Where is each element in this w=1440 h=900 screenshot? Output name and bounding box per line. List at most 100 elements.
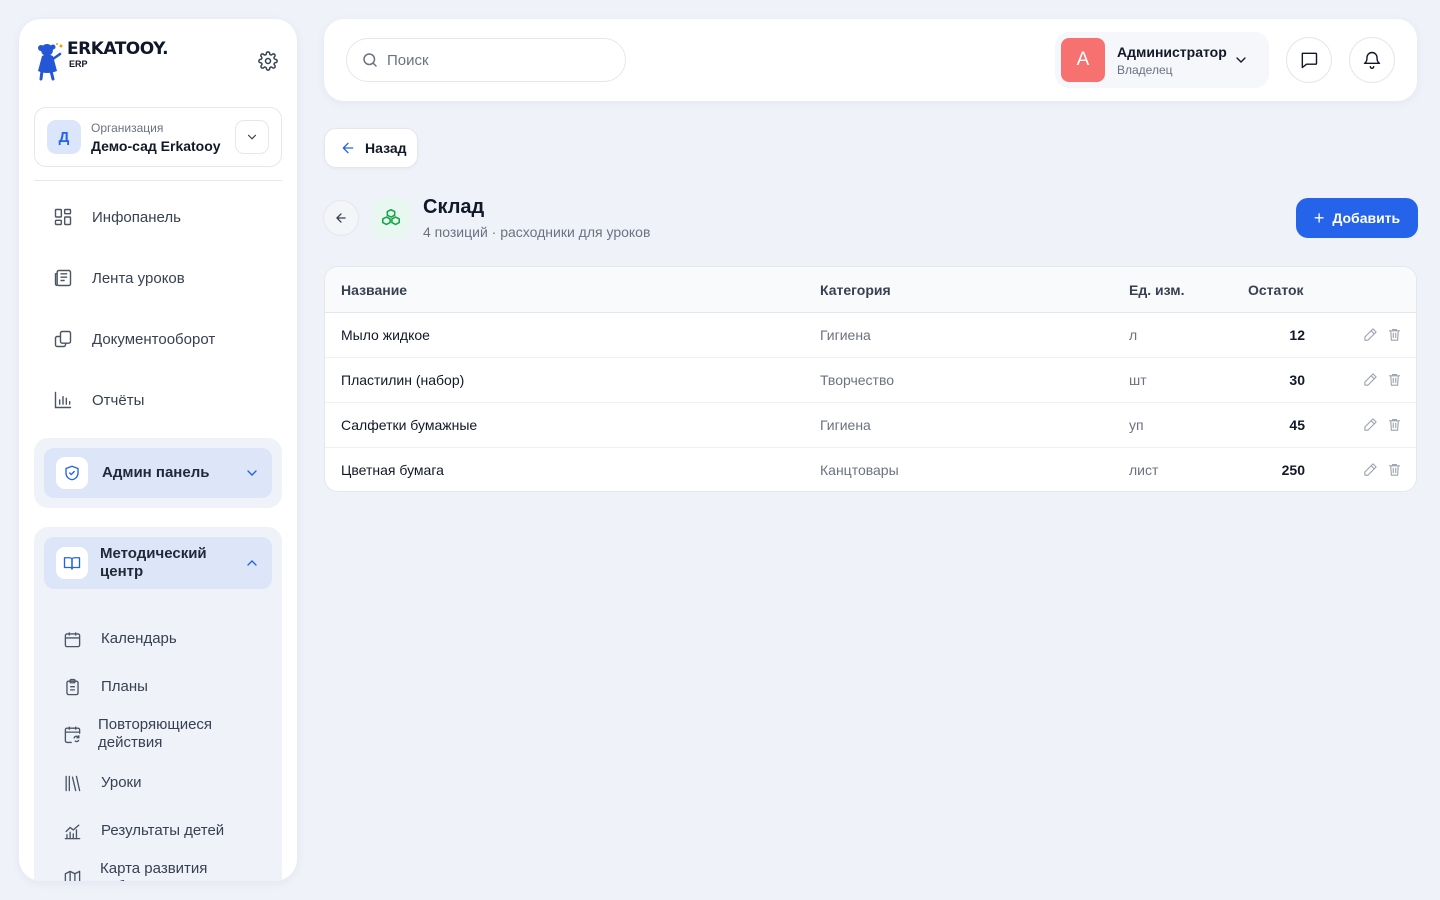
sub-item-development-map[interactable]: Карта развития ребенка (62, 860, 230, 881)
cell-stock: 12 (1289, 327, 1305, 343)
sub-item-calendar[interactable]: Календарь (62, 629, 177, 649)
sidebar: ERKATOOY. ERP Д Организация Демо-сад Erk… (19, 19, 297, 881)
sub-item-recurring[interactable]: Повторяющиеся действия (62, 716, 228, 752)
cell-category: Гигиена (820, 417, 871, 433)
trend-chart-icon (62, 821, 82, 841)
search-input[interactable] (387, 51, 607, 69)
sub-item-label: Планы (101, 678, 148, 695)
sub-item-lessons[interactable]: Уроки (62, 773, 141, 793)
chevron-down-icon (247, 470, 257, 476)
bell-icon (1363, 51, 1381, 69)
cell-name: Салфетки бумажные (341, 417, 478, 433)
sub-item-label: Повторяющиеся действия (98, 716, 213, 751)
message-icon (1301, 52, 1318, 69)
nav-label: Лента уроков (92, 269, 185, 287)
table-row[interactable]: Салфетки бумажные Гигиена уп 45 (325, 403, 1416, 448)
plus-icon: + (1313, 208, 1325, 228)
page-subtitle: 4 позиций · расходники для уроков (423, 224, 651, 240)
edit-icon[interactable] (1362, 326, 1378, 342)
admin-panel-toggle[interactable]: Админ панель (44, 448, 272, 498)
table-row[interactable]: Мыло жидкое Гигиена л 12 (325, 313, 1416, 358)
arrow-left-icon (342, 142, 354, 154)
organization-selector[interactable]: Д Организация Демо-сад Erkatooy (34, 107, 282, 167)
nav-label: Инфопанель (92, 208, 181, 226)
cell-unit: л (1129, 327, 1138, 343)
cell-category: Гигиена (820, 327, 871, 343)
methodical-center-toggle[interactable]: Методический центр (44, 537, 272, 589)
messages-button[interactable] (1286, 37, 1332, 83)
chevron-down-icon (247, 134, 257, 140)
table-header: Название Категория Ед. изм. Остаток (325, 267, 1416, 313)
logo-girl-icon (38, 43, 63, 81)
org-avatar: Д (47, 120, 81, 154)
add-button[interactable]: + Добавить (1296, 198, 1418, 238)
nav-item-lessons-feed[interactable]: Лента уроков (53, 266, 185, 290)
brand-sub: ERP (69, 59, 88, 69)
column-header-stock[interactable]: Остаток (1248, 282, 1304, 298)
dashboard-icon (53, 207, 73, 227)
nav-item-reports[interactable]: Отчёты (53, 388, 144, 412)
table-row[interactable]: Пластилин (набор) Творчество шт 30 (325, 358, 1416, 403)
edit-icon[interactable] (1362, 371, 1378, 387)
admin-panel-label: Админ панель (102, 464, 210, 481)
page-back-button[interactable] (323, 200, 359, 236)
edit-icon[interactable] (1362, 416, 1378, 432)
back-label: Назад (365, 140, 407, 156)
user-name: Администратор (1117, 43, 1227, 60)
nav-label: Отчёты (92, 391, 145, 409)
org-name: Демо-сад Erkatooy (91, 137, 221, 154)
news-icon (53, 268, 73, 288)
nav-item-documents[interactable]: Документооборот (53, 327, 215, 351)
map-icon (62, 868, 82, 881)
documents-icon (53, 329, 73, 349)
trash-icon[interactable] (1386, 371, 1402, 387)
methodical-center-group: Методический центр Календарь Планы Повто… (34, 527, 282, 881)
page-title: Склад (423, 196, 485, 218)
methodical-center-label: Методический центр (100, 545, 207, 580)
cell-category: Канцтовары (820, 462, 899, 478)
sub-item-label: Уроки (101, 774, 142, 791)
back-button[interactable]: Назад (324, 128, 418, 168)
shield-check-icon (56, 457, 88, 489)
cell-name: Цветная бумага (341, 462, 444, 478)
brand-name: ERKATOOY. (67, 39, 169, 59)
column-header-name[interactable]: Название (341, 282, 407, 298)
add-label: Добавить (1332, 210, 1401, 226)
table-row[interactable]: Цветная бумага Канцтовары лист 250 (325, 448, 1416, 491)
trash-icon[interactable] (1386, 461, 1402, 477)
cell-name: Пластилин (набор) (341, 372, 465, 388)
search-box[interactable] (346, 38, 626, 82)
cell-category: Творчество (820, 372, 895, 388)
org-label: Организация (91, 120, 164, 135)
cell-stock: 250 (1281, 462, 1305, 478)
calendar-repeat-icon (62, 724, 82, 744)
sub-item-label: Календарь (101, 630, 177, 647)
sub-item-plans[interactable]: Планы (62, 677, 148, 697)
sub-item-label: Карта развития ребенка (100, 860, 208, 881)
trash-icon[interactable] (1386, 416, 1402, 432)
chevron-down-icon (1236, 57, 1246, 63)
cell-stock: 45 (1289, 417, 1305, 433)
settings-button[interactable] (257, 50, 279, 72)
chart-icon (53, 390, 73, 410)
book-icon (56, 547, 88, 579)
org-dropdown-button[interactable] (235, 120, 269, 154)
clipboard-icon (62, 677, 82, 697)
notifications-button[interactable] (1349, 37, 1395, 83)
cell-unit: лист (1129, 462, 1159, 478)
gear-icon (258, 51, 278, 71)
logo[interactable]: ERKATOOY. ERP (33, 39, 169, 81)
sub-item-child-results[interactable]: Результаты детей (62, 821, 224, 841)
cell-name: Мыло жидкое (341, 327, 430, 343)
column-header-category[interactable]: Категория (820, 282, 891, 298)
calendar-icon (62, 629, 82, 649)
chevron-up-icon (247, 560, 257, 566)
column-header-unit[interactable]: Ед. изм. (1129, 282, 1184, 298)
library-icon (62, 773, 82, 793)
nav-item-dashboard[interactable]: Инфопанель (53, 205, 181, 229)
page-header: Склад 4 позиций · расходники для уроков (323, 196, 650, 240)
search-icon (363, 53, 377, 67)
trash-icon[interactable] (1386, 326, 1402, 342)
user-menu[interactable]: А Администратор Владелец (1055, 32, 1269, 88)
edit-icon[interactable] (1362, 461, 1378, 477)
